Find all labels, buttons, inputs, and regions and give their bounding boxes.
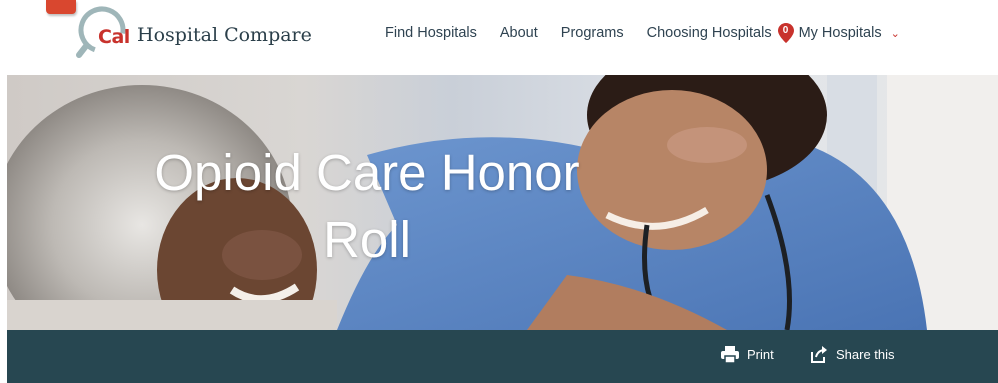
nav-find-hospitals[interactable]: Find Hospitals [385, 25, 477, 41]
page-title: Opioid Care Honor Roll [154, 144, 580, 268]
print-button[interactable]: Print [721, 346, 774, 363]
share-button[interactable]: Share this [810, 346, 895, 363]
nav-programs[interactable]: Programs [561, 25, 624, 41]
logo-name: Hospital Compare [137, 24, 312, 46]
chevron-down-icon: ⌄ [890, 27, 900, 40]
share-label: Share this [836, 347, 895, 362]
my-hospitals-label: My Hospitals [798, 25, 882, 41]
nav-about[interactable]: About [500, 25, 538, 41]
site-logo[interactable]: Cal Hospital Compare [72, 6, 322, 58]
main-nav: Find Hospitals About Programs Choosing H… [385, 23, 900, 43]
print-label: Print [747, 347, 774, 362]
site-header: Cal Hospital Compare Find Hospitals Abou… [0, 0, 998, 75]
my-hospitals-menu[interactable]: 0 My Hospitals ⌄ [777, 23, 900, 43]
logo-mark: Cal [98, 26, 130, 48]
nav-choosing-hospitals[interactable]: Choosing Hospitals [647, 25, 772, 41]
share-icon [811, 346, 827, 363]
my-hospitals-badge: 0 [777, 23, 794, 43]
my-hospitals-count: 0 [782, 25, 789, 36]
printer-icon [721, 346, 739, 363]
page-action-bar: Print Share this [7, 330, 998, 383]
hero-banner: Opioid Care Honor Roll [7, 75, 998, 330]
